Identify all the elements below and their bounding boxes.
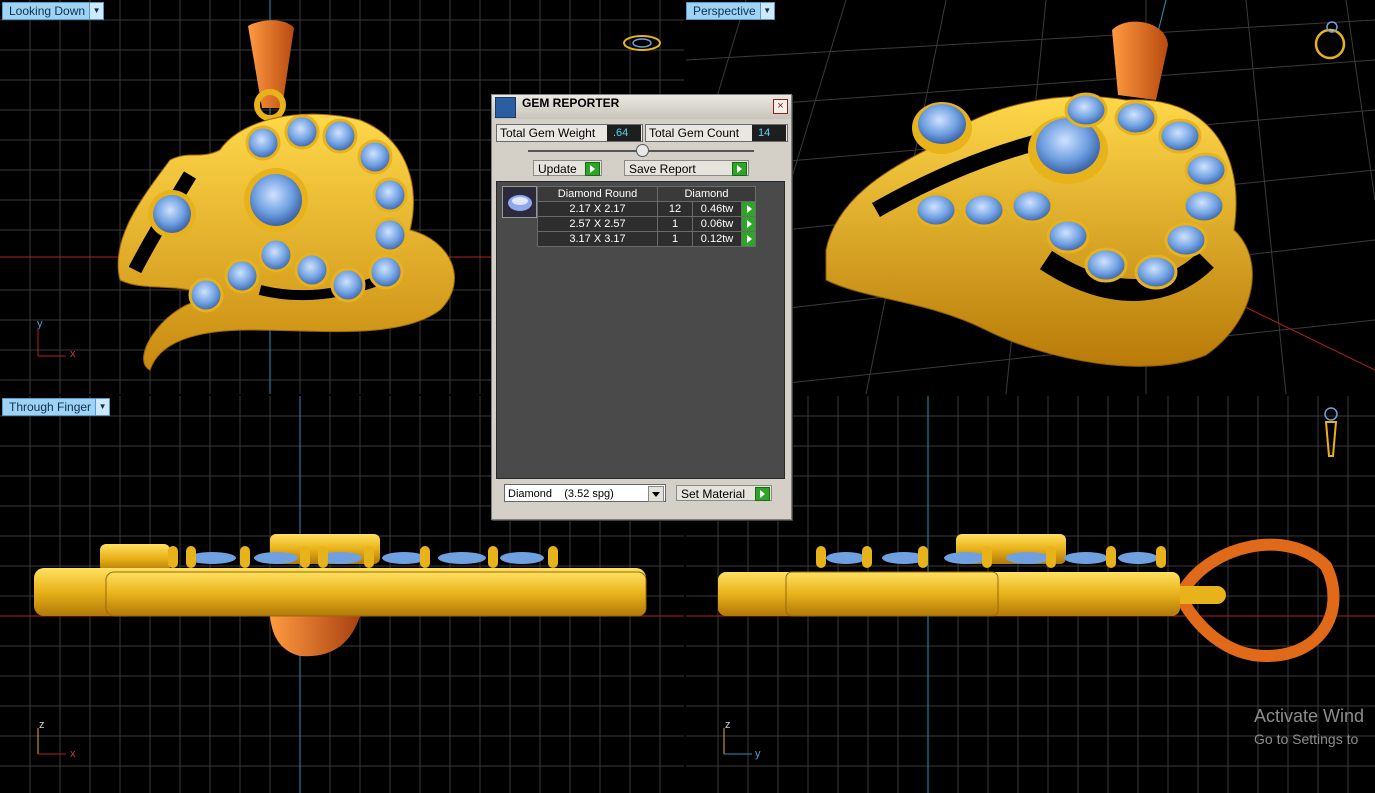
activation-watermark-title: Activate Wind <box>1254 706 1365 726</box>
ring-orientation-icon[interactable] <box>620 30 664 56</box>
viewport-view-selector[interactable]: Through Finger ▼ <box>2 398 111 416</box>
viewport-label: Looking Down <box>9 4 86 18</box>
gem-count: 12 <box>657 201 693 217</box>
viewport-label: Through Finger <box>9 400 92 414</box>
chevron-down-icon[interactable] <box>648 486 664 502</box>
dialog-title: GEM REPORTER <box>522 96 620 110</box>
axis-label-horizontal: x <box>70 748 76 760</box>
viewport-view-selector[interactable]: Perspective ▼ <box>686 2 775 20</box>
gem-table: Diamond Round Diamond 2.17 X 2.17 12 0.4… <box>537 186 756 247</box>
save-report-button-label: Save Report <box>629 162 696 176</box>
close-button[interactable]: × <box>773 99 788 114</box>
gem-size: 2.17 X 2.17 <box>537 201 658 217</box>
material-select[interactable]: Diamond (3.52 spg) <box>504 484 666 502</box>
update-button-label: Update <box>538 162 577 176</box>
table-row[interactable]: 2.57 X 2.57 1 0.06tw <box>537 216 756 232</box>
chevron-down-icon[interactable]: ▼ <box>89 3 104 19</box>
activation-watermark-subtitle: Go to Settings to <box>1254 731 1359 747</box>
gem-count: 1 <box>657 216 693 232</box>
gem-reporter-dialog: GEM REPORTER × Total Gem Weight .64 Tota… <box>491 94 792 520</box>
play-icon <box>585 162 600 176</box>
total-gem-weight-field: Total Gem Weight .64 <box>496 124 643 142</box>
ring-orientation-icon[interactable] <box>1316 406 1346 462</box>
table-row[interactable]: 2.17 X 2.17 12 0.46tw <box>537 201 756 217</box>
material-select-value: Diamond (3.52 spg) <box>508 488 614 500</box>
update-button[interactable]: Update <box>533 160 602 176</box>
play-icon <box>755 487 770 501</box>
divider-handle[interactable] <box>636 144 649 157</box>
row-go-button[interactable] <box>741 201 756 217</box>
total-gem-weight-label: Total Gem Weight <box>500 126 596 140</box>
axis-label-vertical: z <box>725 719 731 731</box>
axis-label-horizontal: y <box>755 748 761 760</box>
chevron-down-icon[interactable]: ▼ <box>759 3 774 19</box>
gem-reporter-app-icon <box>495 97 516 118</box>
diamond-round-gem-icon[interactable] <box>502 186 537 218</box>
row-go-button[interactable] <box>741 216 756 232</box>
save-report-button[interactable]: Save Report <box>624 160 749 176</box>
gem-size: 2.57 X 2.57 <box>537 216 658 232</box>
gem-weight: 0.46tw <box>692 201 742 217</box>
set-material-button-label: Set Material <box>681 487 746 501</box>
gem-table-header-material: Diamond <box>657 186 756 202</box>
set-material-button[interactable]: Set Material <box>676 485 772 501</box>
play-icon <box>732 162 747 176</box>
viewport-label: Perspective <box>693 4 756 18</box>
gem-table-header-shape: Diamond Round <box>537 186 658 202</box>
gem-size: 3.17 X 3.17 <box>537 231 658 247</box>
viewport-view-selector[interactable]: Looking Down ▼ <box>2 2 105 20</box>
gem-count: 1 <box>657 231 693 247</box>
chevron-down-icon[interactable]: ▼ <box>95 399 110 415</box>
total-gem-weight-value: .64 <box>607 125 641 141</box>
axis-label-vertical: z <box>39 719 45 731</box>
gem-list-panel: Diamond Round Diamond 2.17 X 2.17 12 0.4… <box>496 181 785 479</box>
total-gem-count-label: Total Gem Count <box>649 126 740 140</box>
gem-weight: 0.12tw <box>692 231 742 247</box>
table-row[interactable]: 3.17 X 3.17 1 0.12tw <box>537 231 756 247</box>
dialog-titlebar[interactable]: GEM REPORTER × <box>492 95 791 119</box>
row-go-button[interactable] <box>741 231 756 247</box>
ring-orientation-icon[interactable] <box>1310 18 1350 62</box>
total-gem-count-field: Total Gem Count 14 <box>645 124 788 142</box>
axis-label-vertical: y <box>37 318 43 330</box>
axis-label-horizontal: x <box>70 348 76 360</box>
gem-weight: 0.06tw <box>692 216 742 232</box>
total-gem-count-value: 14 <box>752 125 786 141</box>
